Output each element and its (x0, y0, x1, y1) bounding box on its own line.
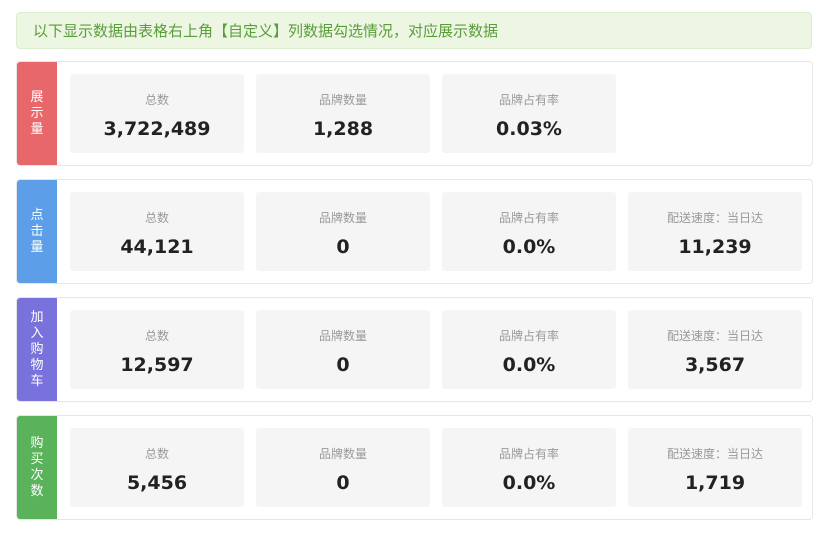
metric-card-value: 12,597 (120, 354, 194, 376)
metric-group-label-char: 量 (30, 121, 44, 137)
metric-group-label-char: 展 (30, 89, 44, 105)
metric-card-value: 0 (336, 354, 350, 376)
metric-card-value: 0.0% (502, 472, 556, 494)
metric-card: 总数 3,722,489 (70, 74, 244, 153)
metric-card: 总数 12,597 (70, 310, 244, 389)
metric-card-value: 3,567 (684, 354, 746, 376)
metric-card-label: 品牌占有率 (498, 211, 559, 225)
metric-card: 品牌数量 0 (256, 310, 430, 389)
metric-card: 总数 5,456 (70, 428, 244, 507)
metric-card-label: 品牌占有率 (498, 447, 559, 461)
metric-card-value: 3,722,489 (103, 118, 211, 140)
metric-group-label-char: 示 (30, 105, 44, 121)
metric-card-label: 总数 (144, 211, 169, 225)
metric-group-label: 点击量 (17, 180, 57, 283)
metric-card: 品牌占有率 0.0% (442, 310, 616, 389)
metric-card-label: 配送速度：当日达 (666, 447, 763, 461)
metric-group-label-char: 加 (30, 309, 44, 325)
metric-card-label: 品牌数量 (318, 329, 367, 343)
metric-group-label-char: 量 (30, 239, 44, 255)
metric-card-label: 配送速度：当日达 (666, 329, 763, 343)
metric-card: 品牌占有率 0.0% (442, 192, 616, 271)
metric-group-label-char: 击 (30, 223, 44, 239)
metric-group-clicks: 点击量 总数 44,121 品牌数量 0 品牌占有率 0.0% 配送速度：当日达 11,239 (16, 179, 813, 284)
metric-card: 配送速度：当日达 11,239 (628, 192, 802, 271)
metric-group-label-char: 买 (30, 451, 44, 467)
metric-card-value: 0.0% (502, 354, 556, 376)
metric-group-label-char: 车 (30, 373, 44, 389)
metric-card-value: 11,239 (678, 236, 752, 258)
metric-card: 品牌数量 0 (256, 428, 430, 507)
metric-card: 品牌数量 0 (256, 192, 430, 271)
metric-card-label: 品牌数量 (318, 447, 367, 461)
metric-card-label: 总数 (144, 93, 169, 107)
metric-group-label-char: 购 (30, 435, 44, 451)
metric-card: 品牌占有率 0.0% (442, 428, 616, 507)
metric-card: 品牌数量 1,288 (256, 74, 430, 153)
metric-group-label-char: 点 (30, 207, 44, 223)
metric-card-value: 5,456 (126, 472, 188, 494)
metric-card-label: 品牌数量 (318, 211, 367, 225)
metric-card-value: 0.0% (502, 236, 556, 258)
metric-card-value: 0 (336, 236, 350, 258)
metric-card: 配送速度：当日达 3,567 (628, 310, 802, 389)
metric-group-label: 加入购物车 (17, 298, 57, 401)
metric-card-value: 0.03% (496, 118, 562, 140)
metric-group-label-char: 物 (30, 357, 44, 373)
metric-group-label: 购买次数 (17, 416, 57, 519)
info-banner: 以下显示数据由表格右上角【自定义】列数据勾选情况，对应展示数据 (16, 12, 812, 49)
metric-card-value: 1,719 (684, 472, 746, 494)
metric-card-value: 0 (336, 472, 350, 494)
metric-card-label: 配送速度：当日达 (666, 211, 763, 225)
metric-group-label-char: 购 (30, 341, 44, 357)
metric-card-label: 品牌占有率 (498, 93, 559, 107)
metric-group-label-char: 数 (30, 483, 44, 499)
metric-card: 配送速度：当日达 1,719 (628, 428, 802, 507)
metric-card-label: 总数 (144, 447, 169, 461)
metric-group-impressions: 展示量 总数 3,722,489 品牌数量 1,288 品牌占有率 0.03% (16, 61, 813, 166)
metric-group-add-to-cart: 加入购物车 总数 12,597 品牌数量 0 品牌占有率 0.0% 配送速度：当日达 3,567 (16, 297, 813, 402)
metric-group-label-char: 入 (30, 325, 44, 341)
metric-card-value: 1,288 (312, 118, 374, 140)
metric-card: 品牌占有率 0.03% (442, 74, 616, 153)
info-banner-text: 以下显示数据由表格右上角【自定义】列数据勾选情况，对应展示数据 (33, 22, 499, 40)
metric-card-value: 44,121 (120, 236, 194, 258)
metric-card-label: 品牌占有率 (498, 329, 559, 343)
metric-group-purchases: 购买次数 总数 5,456 品牌数量 0 品牌占有率 0.0% 配送速度：当日达 1,719 (16, 415, 813, 520)
metric-card-label: 品牌数量 (318, 93, 367, 107)
metric-card-label: 总数 (144, 329, 169, 343)
metric-card: 总数 44,121 (70, 192, 244, 271)
metric-group-label-char: 次 (30, 467, 44, 483)
metric-group-label: 展示量 (17, 62, 57, 165)
